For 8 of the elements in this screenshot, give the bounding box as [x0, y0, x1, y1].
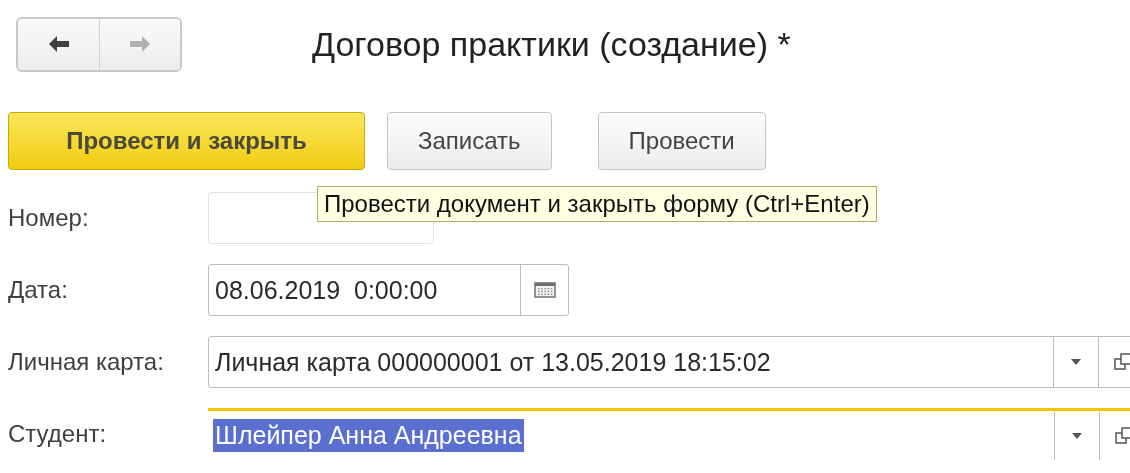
- field-label: Дата:: [8, 276, 69, 304]
- window-title: Договор практики (создание) *: [312, 24, 791, 64]
- selected-text: Шлейпер Анна Андреевна: [213, 419, 524, 452]
- field-label: Личная карта:: [8, 348, 165, 376]
- field-value: Личная карта 000000001 от 13.05.2019 18:15:02: [214, 346, 772, 378]
- field-label: Студент:: [8, 420, 108, 448]
- field-label: Номер:: [8, 204, 90, 232]
- tooltip: Провести документ и закрыть форму (Ctrl+Enter): [317, 186, 877, 222]
